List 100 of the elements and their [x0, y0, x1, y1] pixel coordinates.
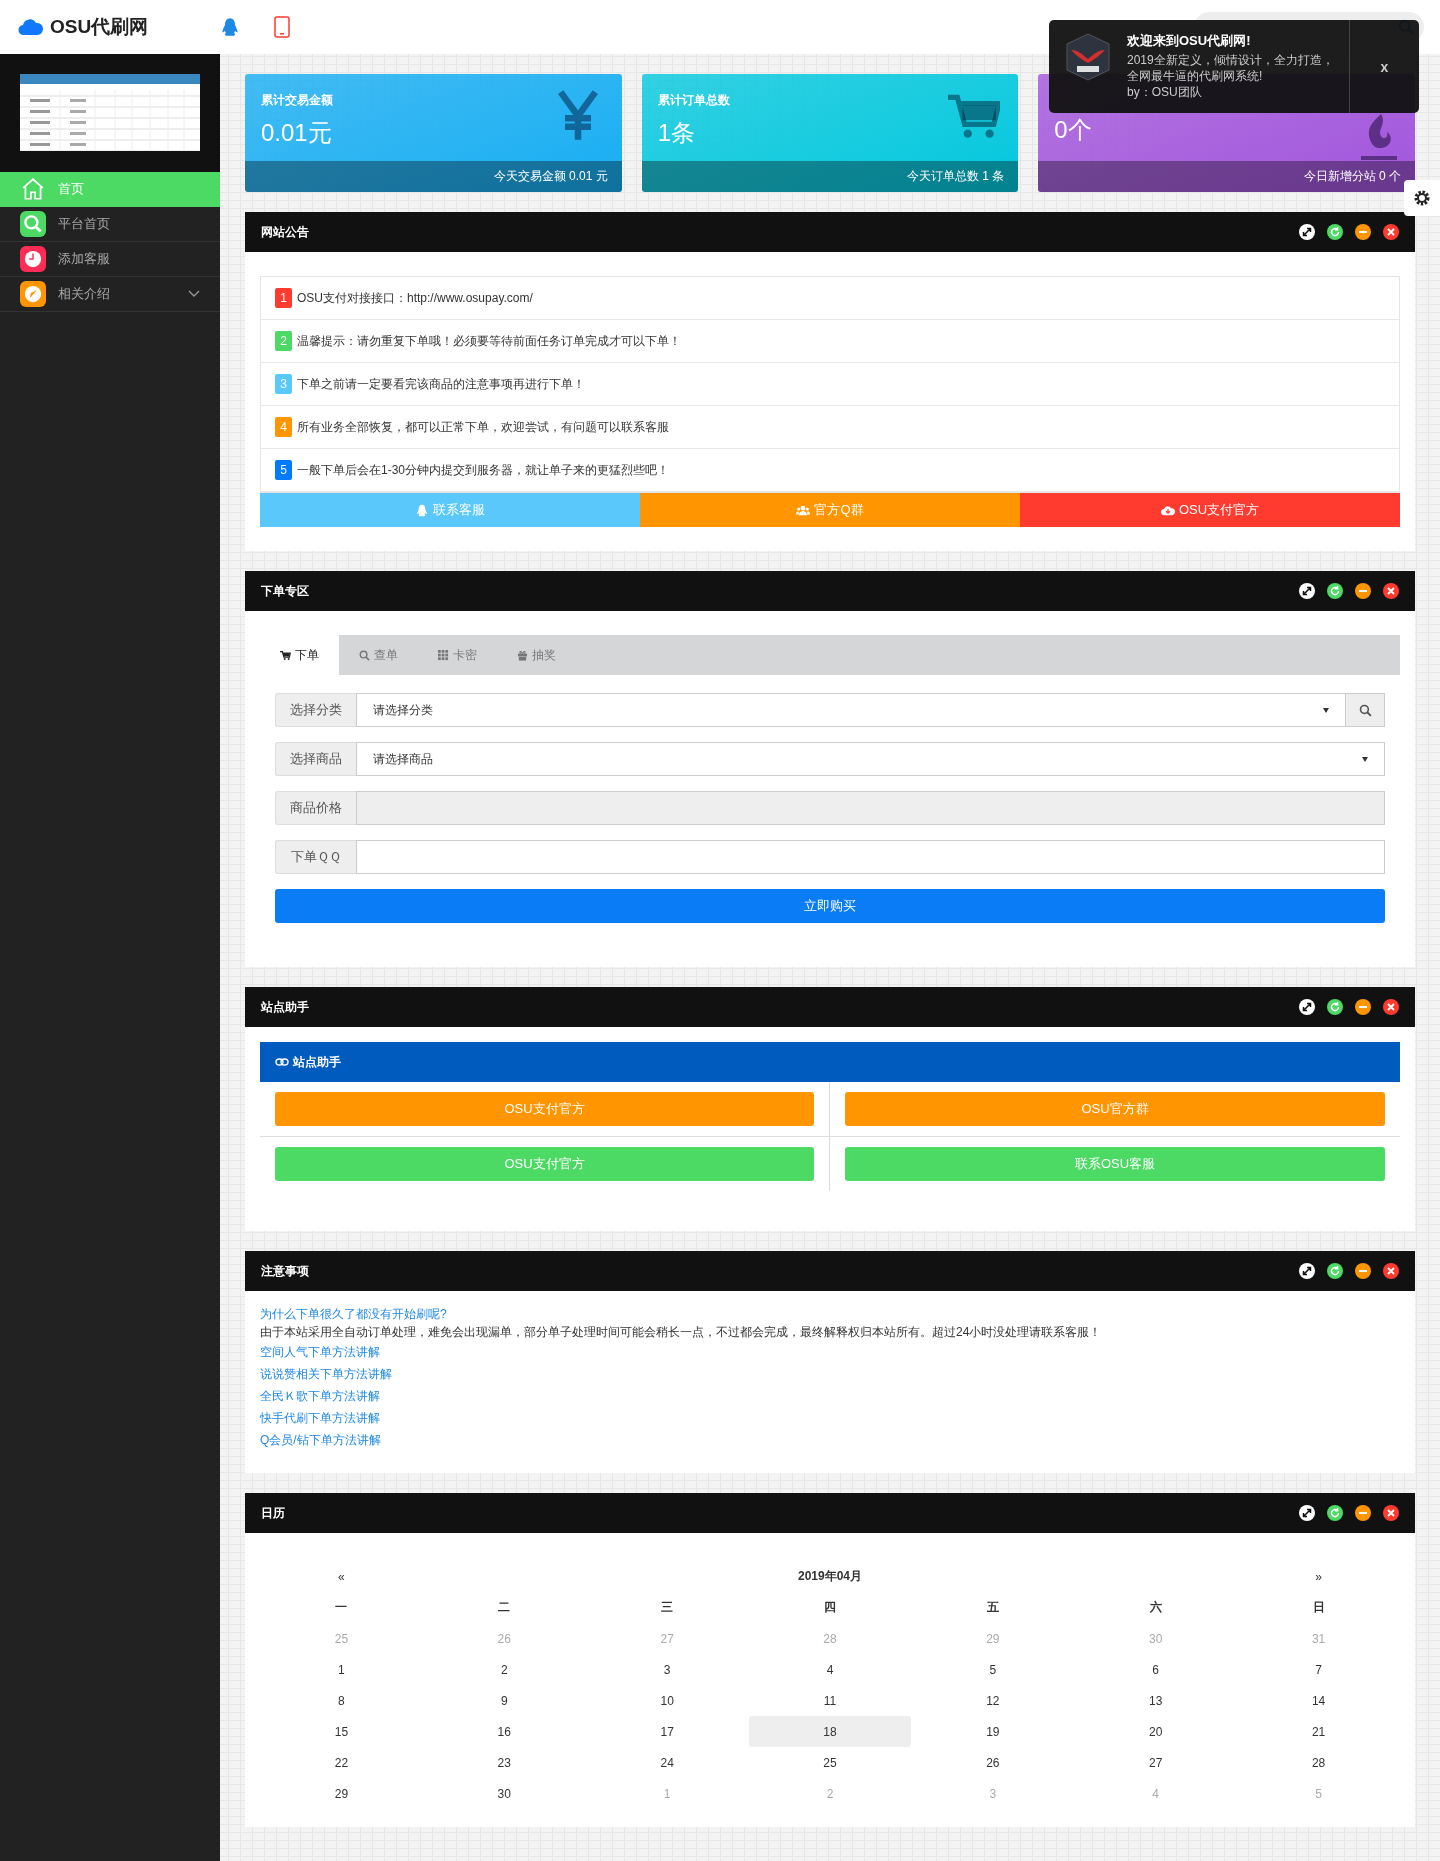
close-icon[interactable]: [1383, 1263, 1399, 1279]
link-icon: [275, 1057, 289, 1067]
calendar-day[interactable]: 10: [585, 1685, 749, 1716]
weekday-label: 二: [497, 1599, 512, 1616]
field-label: 商品价格: [275, 791, 356, 825]
refresh-icon[interactable]: [1327, 1263, 1343, 1279]
close-icon[interactable]: [1383, 583, 1399, 599]
close-icon[interactable]: [1383, 999, 1399, 1015]
calendar-day[interactable]: 8: [260, 1685, 423, 1716]
gift-icon: [517, 649, 528, 661]
select-field[interactable]: 请选择分类: [356, 693, 1346, 727]
field-label: 选择商品: [275, 742, 356, 776]
calendar-day[interactable]: 29: [260, 1778, 423, 1809]
users-icon: [796, 503, 811, 517]
grid-icon: [438, 649, 449, 661]
expand-icon[interactable]: [1299, 999, 1315, 1015]
notice-text: OSU支付对接接口：http://www.osupay.com/: [297, 289, 533, 307]
expand-icon[interactable]: [1299, 1505, 1315, 1521]
close-icon[interactable]: [1383, 224, 1399, 240]
minimize-icon[interactable]: [1355, 1505, 1371, 1521]
select-field[interactable]: 请选择商品: [356, 742, 1385, 776]
notice-text: 下单之前请一定要看完该商品的注意事项再进行下单！: [297, 375, 585, 393]
calendar-day[interactable]: 24: [585, 1747, 749, 1778]
brand-name: OSU代刷网: [50, 15, 149, 39]
sidebar-item[interactable]: 平台首页: [0, 207, 220, 242]
calendar-day[interactable]: 22: [260, 1747, 423, 1778]
weekday-label: 四: [823, 1599, 837, 1616]
tablet-icon[interactable]: [274, 16, 290, 38]
calendar-day[interactable]: 28: [1237, 1747, 1400, 1778]
calendar-day[interactable]: 19: [911, 1716, 1075, 1747]
toast-signature: by：OSU团队: [1127, 84, 1203, 100]
search-icon: [1358, 703, 1372, 717]
notice-text: 一般下单后会在1-30分钟内提交到服务器，就让单子来的更猛烈些吧！: [297, 461, 670, 479]
expand-icon[interactable]: [1299, 583, 1315, 599]
clock-icon: [20, 246, 46, 272]
link-button[interactable]: OSU支付官方: [1020, 493, 1400, 527]
close-icon[interactable]: [1383, 1505, 1399, 1521]
number-badge: 3: [275, 374, 292, 394]
guide-link[interactable]: 空间人气下单方法讲解: [260, 1341, 380, 1363]
cart-icon: [280, 649, 291, 661]
calendar-day[interactable]: 15: [260, 1716, 423, 1747]
number-badge: 1: [275, 288, 292, 308]
calendar-day[interactable]: 1: [260, 1654, 423, 1685]
search-icon: [20, 211, 46, 237]
input-field[interactable]: [356, 840, 1385, 874]
buy-button[interactable]: 立即购买: [275, 889, 1385, 923]
sidebar-item[interactable]: 添加客服: [0, 242, 220, 277]
field-label: 下单ＱＱ: [275, 840, 356, 874]
calendar-day[interactable]: 21: [1237, 1716, 1400, 1747]
search-icon: [359, 649, 370, 661]
settings-button[interactable]: [1404, 180, 1440, 216]
weekday-label: 日: [1311, 1599, 1326, 1616]
minimize-icon[interactable]: [1355, 999, 1371, 1015]
sidebar-item[interactable]: 相关介绍: [0, 277, 220, 312]
calendar-day[interactable]: 4: [748, 1654, 912, 1685]
calendar-day[interactable]: 17: [585, 1716, 749, 1747]
calendar-day[interactable]: 23: [422, 1747, 586, 1778]
calendar-day[interactable]: 3: [585, 1654, 749, 1685]
flame-icon: [1361, 114, 1397, 160]
refresh-icon[interactable]: [1327, 224, 1343, 240]
calendar-day[interactable]: 5: [911, 1654, 1075, 1685]
stat-title: 累计订单总数: [657, 92, 731, 109]
calendar-day[interactable]: 9: [422, 1685, 586, 1716]
stat-footer: 今日新增分站 0 个: [1038, 161, 1415, 192]
refresh-icon[interactable]: [1327, 583, 1343, 599]
calendar-day[interactable]: 30: [422, 1778, 586, 1809]
previous-month-button[interactable]: «: [260, 1561, 423, 1592]
tab[interactable]: 下单: [260, 635, 339, 675]
expand-icon[interactable]: [1299, 1263, 1315, 1279]
calendar-day[interactable]: 14: [1237, 1685, 1400, 1716]
weekday-label: 五: [985, 1599, 1000, 1616]
calendar-day[interactable]: 6: [1074, 1654, 1238, 1685]
calendar-day[interactable]: 27: [1074, 1747, 1238, 1778]
guide-link[interactable]: 快手代刷下单方法讲解: [260, 1407, 380, 1429]
minimize-icon[interactable]: [1355, 583, 1371, 599]
next-month-button[interactable]: »: [1237, 1561, 1400, 1592]
guide-link[interactable]: Q会员/钻下单方法讲解: [260, 1429, 381, 1451]
refresh-icon[interactable]: [1327, 1505, 1343, 1521]
compass-icon: [20, 281, 46, 307]
expand-icon[interactable]: [1299, 224, 1315, 240]
calendar-day[interactable]: 16: [422, 1716, 586, 1747]
refresh-icon[interactable]: [1327, 999, 1343, 1015]
calendar-day[interactable]: 13: [1074, 1685, 1238, 1716]
minimize-icon[interactable]: [1355, 1263, 1371, 1279]
close-button[interactable]: x: [1349, 20, 1419, 113]
calendar-day[interactable]: 2: [422, 1654, 586, 1685]
calendar-day[interactable]: 18: [748, 1716, 912, 1747]
search-button[interactable]: [1346, 693, 1385, 727]
stat-value: 1条: [657, 118, 696, 148]
calendar-day[interactable]: 12: [911, 1685, 1075, 1716]
question-link[interactable]: 为什么下单很久了都没有开始刷呢?: [260, 1305, 447, 1323]
calendar-day[interactable]: 26: [911, 1747, 1075, 1778]
calendar-day[interactable]: 25: [748, 1747, 912, 1778]
calendar-day[interactable]: 7: [1237, 1654, 1400, 1685]
guide-link[interactable]: 全民Ｋ歌下单方法讲解: [260, 1385, 380, 1407]
minimize-icon[interactable]: [1355, 224, 1371, 240]
calendar-day[interactable]: 11: [748, 1685, 912, 1716]
calendar-day[interactable]: 20: [1074, 1716, 1238, 1747]
guide-link[interactable]: 说说赞相关下单方法讲解: [260, 1363, 392, 1385]
penguin-icon[interactable]: [220, 16, 240, 38]
